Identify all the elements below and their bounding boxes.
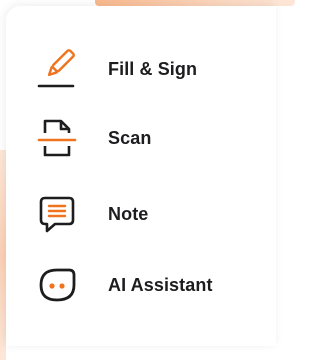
menu-item-fill-and-sign[interactable]: Fill & Sign [34,44,244,94]
menu-item-label: Note [108,203,149,224]
menu-item-note[interactable]: Note [34,189,244,239]
menu-item-label: Fill & Sign [108,58,198,79]
scan-document-icon [34,115,80,161]
pen-sign-icon [34,46,80,92]
tools-menu: Fill & Sign Scan Note AI Assistant [0,0,263,343]
note-bubble-icon [34,191,80,237]
menu-item-label: Scan [108,127,152,148]
menu-item-ai-assistant[interactable]: AI Assistant [34,260,244,310]
ai-assistant-icon [34,262,80,308]
menu-item-label: AI Assistant [108,274,213,295]
menu-item-scan[interactable]: Scan [34,113,244,163]
